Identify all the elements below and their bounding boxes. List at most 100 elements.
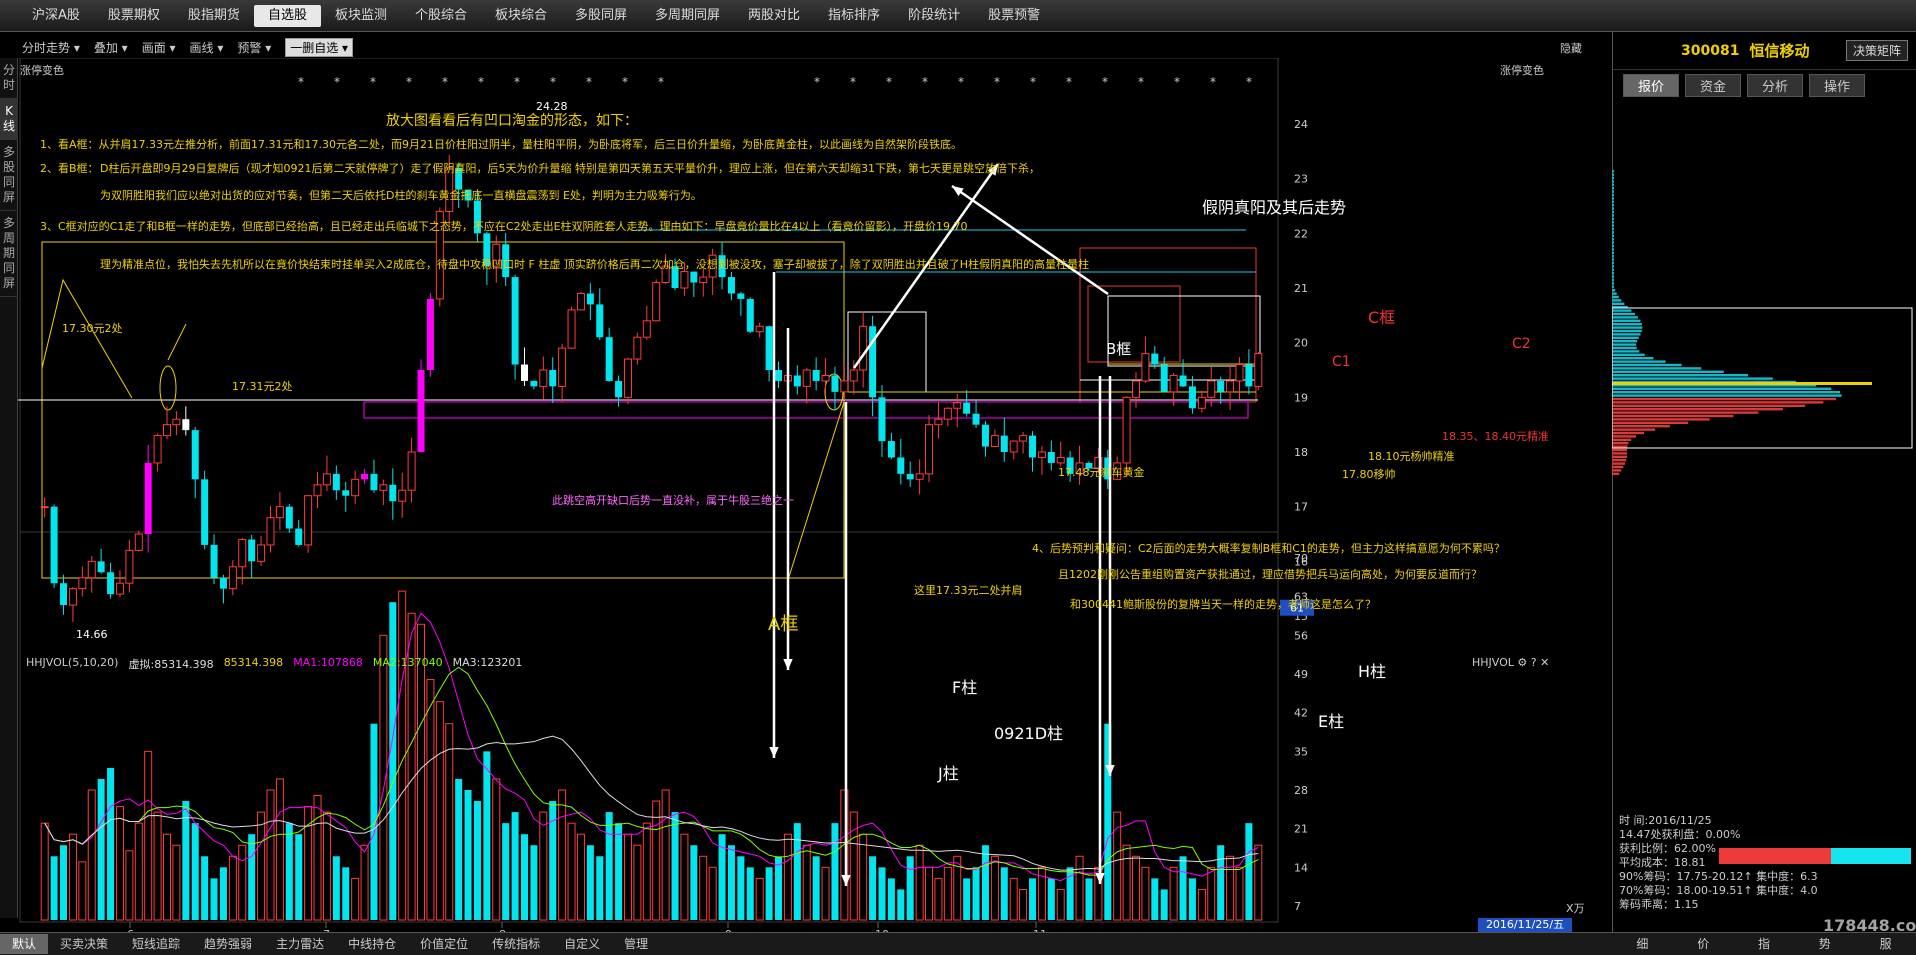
- chip-bar: [1612, 469, 1622, 472]
- close-icon[interactable]: ✕: [1540, 656, 1549, 669]
- right-tab-2[interactable]: 分析: [1747, 74, 1804, 97]
- right-tab-1[interactable]: 资金: [1685, 74, 1742, 97]
- left-tab-2[interactable]: 多股同屏: [0, 140, 18, 211]
- bottom-tab-6[interactable]: 价值定位: [408, 934, 480, 954]
- left-tab-1[interactable]: K线: [0, 99, 18, 140]
- bottom-tab-0[interactable]: 默认: [0, 934, 49, 954]
- limit-star: *: [1138, 75, 1144, 89]
- chip-bar: [1612, 391, 1841, 394]
- chip-bar: [1612, 292, 1617, 295]
- decision-matrix-button[interactable]: 决策矩阵: [1845, 40, 1908, 61]
- menu-item-0[interactable]: 沪深A股: [18, 5, 94, 27]
- menu-item-3[interactable]: 自选股: [253, 4, 321, 27]
- candle-body: [1037, 451, 1046, 458]
- bottom-tab-8[interactable]: 自定义: [552, 934, 612, 954]
- candle-body: [765, 326, 773, 370]
- toolbar-item-4[interactable]: 预警 ▾: [237, 39, 271, 56]
- chip-bar: [1612, 309, 1632, 312]
- volume-bar: [389, 602, 397, 920]
- volume-header: HHJVOL(5,10,20) 虚拟:85314.398 85314.398 M…: [26, 656, 522, 672]
- right-bottom-tab-3[interactable]: 势: [1819, 935, 1831, 952]
- right-bottom-tab-1[interactable]: 价: [1697, 935, 1709, 952]
- left-tab-3[interactable]: 多周期同屏: [0, 211, 18, 297]
- volume-bar: [342, 867, 350, 920]
- hide-button[interactable]: 隐藏: [1560, 40, 1582, 56]
- volume-bar: [925, 866, 934, 921]
- candle-body: [642, 320, 651, 338]
- right-bottom-tab-0[interactable]: 细: [1636, 935, 1648, 952]
- chip-bar: [1612, 302, 1625, 305]
- bottom-tab-5[interactable]: 中线持仓: [336, 934, 408, 954]
- toolbar-item-1[interactable]: 叠加 ▾: [94, 39, 128, 56]
- bottom-tab-9[interactable]: 管理: [612, 934, 660, 954]
- limit-star: *: [886, 75, 892, 89]
- menu-item-6[interactable]: 板块综合: [481, 5, 561, 27]
- right-bottom-tab-4[interactable]: 服: [1880, 935, 1892, 952]
- volume-tick: 28: [1294, 784, 1308, 797]
- price-tick: 24: [1294, 118, 1308, 131]
- candle-body: [389, 484, 397, 502]
- menu-item-11[interactable]: 阶段统计: [894, 5, 974, 27]
- volume-bar: [1245, 823, 1253, 920]
- volume-tick: 49: [1294, 668, 1308, 681]
- menu-item-9[interactable]: 两股对比: [734, 5, 814, 27]
- price-18-35-label: 18.35、18.40元精准: [1442, 430, 1549, 443]
- gear-icon[interactable]: ⚙: [1517, 656, 1527, 669]
- candle-body: [915, 473, 924, 480]
- candle-body: [172, 418, 181, 426]
- chip-bar: [1612, 421, 1689, 424]
- note-outlook: 4、后势预判和疑问：C2后面的走势大概率复制B框和C1的走势，但主力这样搞意愿为…: [1032, 542, 1505, 555]
- volume-bar: [690, 845, 698, 920]
- vol-ma2: MA2:137040: [372, 656, 443, 669]
- volume-bar: [567, 822, 576, 921]
- right-bottom-tab-2[interactable]: 指: [1758, 935, 1770, 952]
- right-tab-0[interactable]: 报价: [1623, 74, 1680, 97]
- chip-bar: [1612, 217, 1614, 220]
- right-tab-3[interactable]: 操作: [1809, 74, 1866, 97]
- candle-body: [680, 271, 689, 289]
- bottom-tab-3[interactable]: 趋势强弱: [192, 934, 264, 954]
- bottom-tab-1[interactable]: 买卖决策: [48, 934, 120, 954]
- menu-item-8[interactable]: 多周期同屏: [641, 5, 734, 27]
- menu-item-12[interactable]: 股票预警: [974, 5, 1054, 27]
- volume-tick: 56: [1294, 629, 1308, 642]
- candle-body: [840, 380, 849, 393]
- help-icon[interactable]: ?: [1531, 656, 1537, 669]
- menu-item-5[interactable]: 个股综合: [401, 5, 481, 27]
- toolbar-item-3[interactable]: 画线 ▾: [190, 39, 224, 56]
- volume-bar: [275, 778, 284, 921]
- candle-body: [549, 370, 557, 387]
- menu-item-1[interactable]: 股票期权: [94, 5, 174, 27]
- candle-body: [144, 462, 152, 534]
- menu-item-2[interactable]: 股指期货: [174, 5, 254, 27]
- candle-body: [153, 435, 162, 464]
- candle-body: [1019, 435, 1028, 442]
- menu-item-7[interactable]: 多股同屏: [561, 5, 641, 27]
- menu-item-4[interactable]: 板块监测: [321, 5, 401, 27]
- bottom-tab-4[interactable]: 主力雷达: [264, 934, 336, 954]
- volume-bar: [680, 833, 689, 921]
- volume-bar: [934, 877, 943, 921]
- volume-bar: [502, 823, 510, 920]
- volume-bar: [134, 822, 143, 921]
- bottom-tab-2[interactable]: 短线追踪: [120, 934, 192, 954]
- chip-bar: [1612, 401, 1824, 404]
- left-tab-0[interactable]: 分时: [0, 58, 18, 99]
- chip-bar: [1612, 363, 1682, 367]
- volume-bar: [304, 806, 313, 921]
- candle-body: [1056, 456, 1065, 464]
- volume-bar: [1131, 855, 1140, 921]
- volume-bar: [426, 679, 435, 921]
- volume-bar: [539, 811, 548, 921]
- watchlist-mode-select[interactable]: 一删自选 ▾: [285, 37, 354, 57]
- bottom-tab-7[interactable]: 传统指标: [480, 934, 552, 954]
- vol-ma3: MA3:123201: [452, 656, 523, 669]
- toolbar-item-0[interactable]: 分时走势 ▾: [22, 39, 80, 56]
- toolbar-item-2[interactable]: 画面 ▾: [142, 39, 176, 56]
- volume-bar: [78, 861, 87, 921]
- vol-virtual: 虚拟:85314.398: [128, 658, 214, 671]
- candle-body: [1160, 364, 1168, 392]
- menu-item-10[interactable]: 指标排序: [814, 5, 894, 27]
- volume-bar: [530, 845, 538, 920]
- limit-color-label-right: 涨停变色: [1500, 64, 1544, 77]
